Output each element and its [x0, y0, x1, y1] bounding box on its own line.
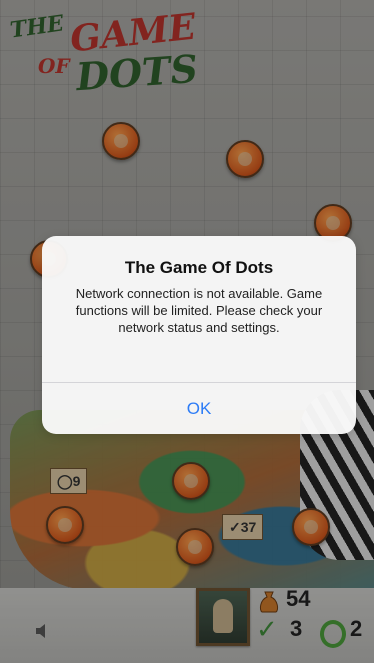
alert-title: The Game Of Dots [124, 258, 274, 277]
alert-message: Network connection is not available. Gam… [75, 286, 323, 335]
ok-button[interactable]: OK [42, 383, 356, 434]
network-alert-dialog: The Game Of Dots Network connection is n… [42, 236, 356, 434]
